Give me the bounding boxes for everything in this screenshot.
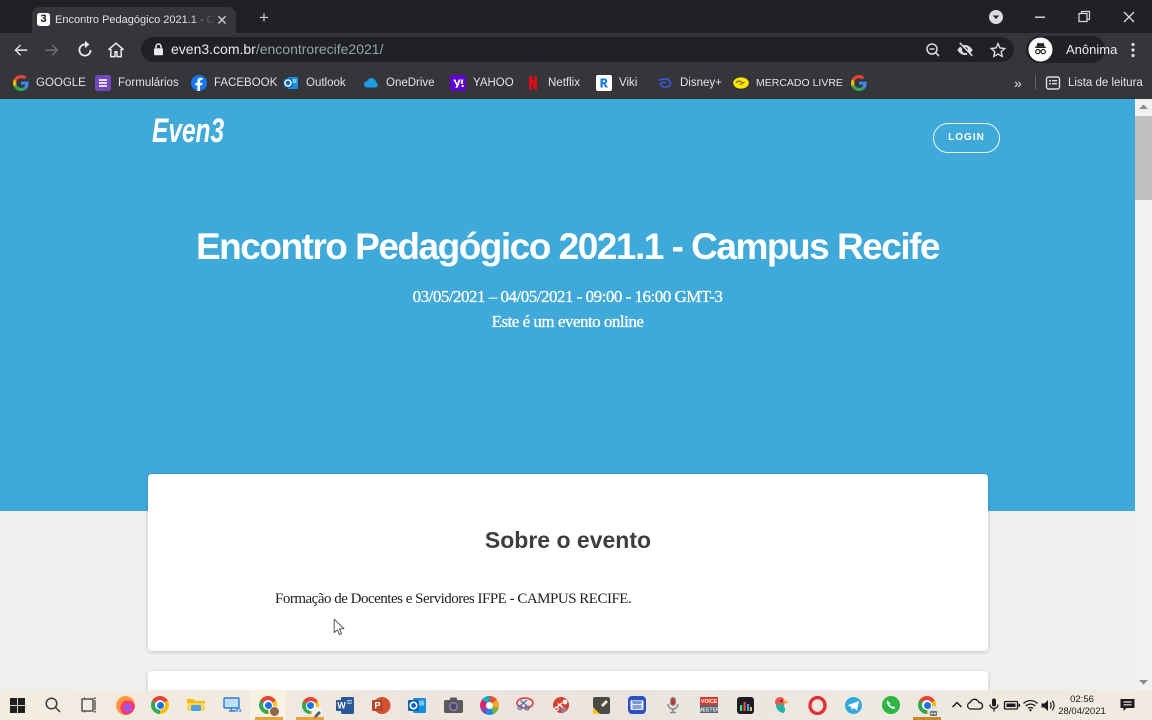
svg-text:P: P (374, 700, 380, 710)
svg-text:MEETER: MEETER (699, 707, 719, 713)
svg-text:VOICE: VOICE (701, 699, 718, 705)
svg-text:W: W (337, 700, 346, 710)
